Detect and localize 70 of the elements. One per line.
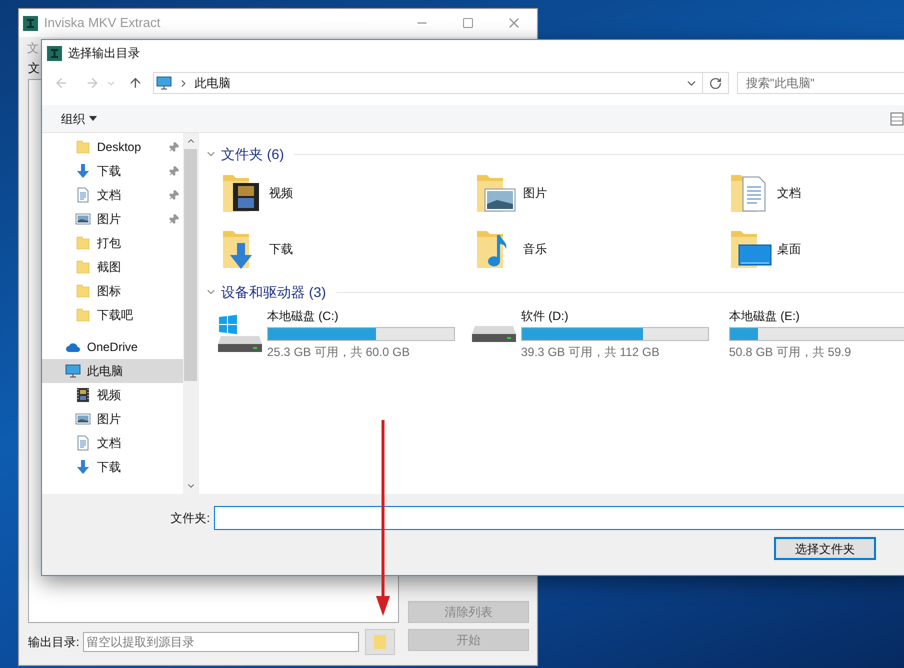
list-label: 文: [28, 60, 41, 77]
output-label: 输出目录:: [28, 634, 80, 651]
app-logo-icon: [47, 46, 62, 60]
nav-item[interactable]: 图片: [42, 207, 183, 231]
monitor-icon: [156, 75, 172, 91]
nav-item[interactable]: 文档: [42, 183, 183, 207]
drive-name: 本地磁盘 (E:): [729, 308, 801, 325]
drive-capacity: 39.3 GB 可用，共 112 GB: [521, 344, 660, 361]
picture-icon: [75, 411, 91, 427]
scrollbar[interactable]: [183, 133, 198, 494]
down-arrow-icon: [75, 459, 91, 475]
nav-item[interactable]: 截图: [42, 255, 183, 279]
drive-capacity: 50.8 GB 可用，共 59.9: [729, 344, 852, 361]
window-title: Inviska MKV Extract: [44, 14, 160, 32]
folder-icon: [75, 283, 91, 299]
group-heading: 文件夹 (6): [221, 144, 284, 164]
folder-item[interactable]: 下载: [221, 221, 475, 277]
windows-drive-icon: [217, 314, 263, 354]
film-icon: [75, 387, 91, 403]
folder-icon: [75, 259, 91, 275]
folder-icon: [374, 635, 386, 649]
folder-item[interactable]: 文档: [729, 165, 889, 221]
document-icon: [75, 435, 91, 451]
nav-item[interactable]: 下载吧: [42, 303, 183, 327]
nav-item[interactable]: 下载: [42, 159, 183, 183]
forward-arrow-icon[interactable]: [84, 75, 100, 91]
caret-icon: [89, 116, 97, 121]
folder-name-field[interactable]: [214, 506, 904, 530]
nav-item[interactable]: 图片: [42, 407, 183, 431]
drive-capacity: 25.3 GB 可用，共 60.0 GB: [267, 344, 411, 361]
drive-item[interactable]: 本地磁盘 (C:) 25.3 GB 可用，共 60.0 GB: [217, 307, 471, 361]
nav-item[interactable]: 此电脑: [42, 359, 183, 383]
app-logo-icon: [23, 16, 38, 30]
nav-item[interactable]: OneDrive: [42, 335, 183, 359]
folder-icon: [75, 307, 91, 323]
refresh-icon[interactable]: [709, 76, 722, 90]
nav-item[interactable]: 文档: [42, 431, 183, 455]
select-folder-button[interactable]: 选择文件夹: [774, 537, 876, 560]
document-icon: [75, 187, 91, 203]
folder-item[interactable]: 视频: [221, 165, 475, 221]
drive-item[interactable]: 本地磁盘 (E:) 50.8 GB 可用，共 59.9: [725, 307, 904, 361]
group-heading: 设备和驱动器 (3): [221, 282, 326, 302]
nav-item[interactable]: 打包: [42, 231, 183, 255]
up-arrow-icon[interactable]: [128, 75, 142, 91]
organize-menu-button[interactable]: 组织: [61, 110, 97, 128]
drive-name: 软件 (D:): [521, 308, 570, 325]
folder-item[interactable]: 图片: [475, 165, 729, 221]
folder-icon: [75, 139, 91, 155]
folder-field-label: 文件夹:: [170, 510, 211, 527]
nav-item[interactable]: Desktop: [42, 135, 183, 159]
folder-icon: [75, 235, 91, 251]
drive-icon: [471, 325, 517, 343]
maximize-icon[interactable]: [462, 17, 474, 29]
dialog-title: 选择输出目录: [68, 45, 140, 62]
drive-name: 本地磁盘 (C:): [267, 308, 340, 325]
scrollbar-thumb[interactable]: [184, 149, 197, 381]
view-options-icon[interactable]: [890, 112, 904, 126]
drive-item[interactable]: 软件 (D:) 39.3 GB 可用，共 112 GB: [471, 307, 725, 361]
folder-item[interactable]: 音乐: [475, 221, 729, 277]
nav-item[interactable]: 图标: [42, 279, 183, 303]
picture-icon: [75, 211, 91, 227]
output-folder-field[interactable]: 留空以提取到源目录: [83, 632, 360, 652]
breadcrumb-item[interactable]: 此电脑: [194, 74, 230, 92]
nav-item[interactable]: 下载: [42, 455, 183, 479]
nav-item[interactable]: 视频: [42, 383, 183, 407]
down-arrow-icon: [75, 163, 91, 179]
search-field[interactable]: 搜索"此电脑": [737, 72, 904, 94]
address-bar[interactable]: 此电脑: [152, 72, 730, 94]
monitor-icon: [65, 363, 81, 379]
folder-item[interactable]: 桌面: [729, 221, 889, 277]
